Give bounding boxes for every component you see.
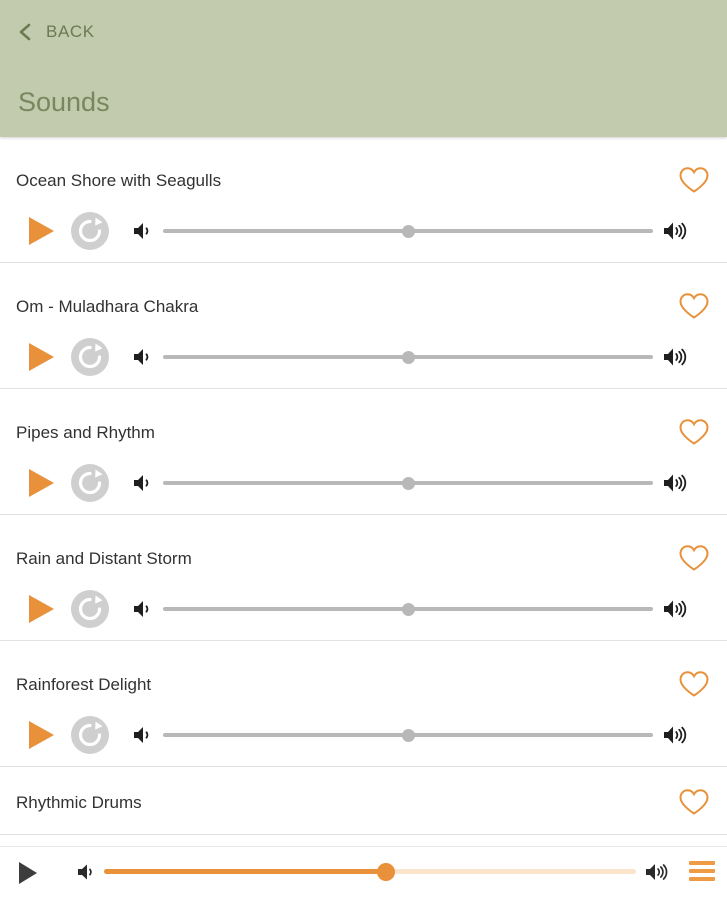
- loop-button[interactable]: [70, 211, 110, 251]
- menu-bar: [689, 869, 715, 873]
- sound-title: Om - Muladhara Chakra: [16, 297, 199, 316]
- favorite-button[interactable]: [677, 291, 711, 321]
- volume-high-icon: [662, 723, 690, 747]
- slider-thumb[interactable]: [402, 603, 415, 616]
- slider-thumb[interactable]: [402, 477, 415, 490]
- play-button[interactable]: [20, 715, 60, 755]
- chevron-left-icon: [16, 22, 34, 42]
- loop-button[interactable]: [70, 463, 110, 503]
- volume-high-icon: [662, 597, 690, 621]
- sound-controls: [0, 587, 727, 631]
- sound-title: Rain and Distant Storm: [16, 549, 192, 568]
- sounds-screen: BACK Sounds Ocean Shore with Seagulls Om …: [0, 0, 727, 897]
- volume-high-icon: [662, 471, 690, 495]
- play-button[interactable]: [20, 211, 60, 251]
- favorite-button[interactable]: [677, 417, 711, 447]
- sound-controls: [0, 461, 727, 505]
- hamburger-menu-icon[interactable]: [687, 861, 717, 883]
- sound-row[interactable]: Rain and Distant Storm: [0, 515, 727, 641]
- sound-title: Pipes and Rhythm: [16, 423, 155, 442]
- sound-title: Ocean Shore with Seagulls: [16, 171, 222, 190]
- sound-controls: [0, 713, 727, 757]
- loop-button[interactable]: [70, 715, 110, 755]
- menu-bar: [689, 877, 715, 881]
- app-header: BACK Sounds: [0, 0, 727, 137]
- sound-volume-slider[interactable]: [163, 223, 653, 239]
- favorite-button[interactable]: [677, 787, 711, 817]
- sound-controls: [0, 209, 727, 253]
- slider-thumb[interactable]: [376, 863, 395, 881]
- loop-button[interactable]: [70, 337, 110, 377]
- sound-title: Rainforest Delight: [16, 675, 152, 694]
- player-bar: [0, 846, 727, 897]
- sound-volume-slider[interactable]: [163, 349, 653, 365]
- sound-controls: [0, 335, 727, 379]
- volume-high-icon: [662, 345, 690, 369]
- volume-low-icon: [132, 346, 156, 368]
- volume-low-icon: [76, 862, 98, 882]
- back-button[interactable]: BACK: [16, 18, 95, 46]
- volume-low-icon: [132, 220, 156, 242]
- play-button[interactable]: [20, 337, 60, 377]
- page-title: Sounds: [18, 87, 110, 117]
- sound-row[interactable]: Rhythmic Drums: [0, 767, 727, 835]
- sound-volume-slider[interactable]: [163, 475, 653, 491]
- sound-row[interactable]: Rainforest Delight: [0, 641, 727, 767]
- play-button[interactable]: [20, 463, 60, 503]
- sounds-list[interactable]: Ocean Shore with Seagulls Om - Muladhara …: [0, 137, 727, 847]
- loop-button[interactable]: [70, 589, 110, 629]
- menu-bar: [689, 861, 715, 865]
- favorite-button[interactable]: [677, 669, 711, 699]
- back-button-label: BACK: [46, 22, 95, 41]
- slider-thumb[interactable]: [402, 225, 415, 238]
- sound-row[interactable]: Om - Muladhara Chakra: [0, 263, 727, 389]
- sound-row[interactable]: Ocean Shore with Seagulls: [0, 137, 727, 263]
- sound-volume-slider[interactable]: [163, 727, 653, 743]
- master-volume-slider[interactable]: [104, 863, 636, 881]
- sound-title: Rhythmic Drums: [16, 793, 142, 812]
- player-play-button[interactable]: [12, 858, 42, 888]
- volume-low-icon: [132, 472, 156, 494]
- volume-low-icon: [132, 598, 156, 620]
- volume-high-icon: [662, 219, 690, 243]
- sound-row[interactable]: Pipes and Rhythm: [0, 389, 727, 515]
- favorite-button[interactable]: [677, 165, 711, 195]
- favorite-button[interactable]: [677, 543, 711, 573]
- volume-low-icon: [132, 724, 156, 746]
- slider-thumb[interactable]: [402, 351, 415, 364]
- slider-thumb[interactable]: [402, 729, 415, 742]
- slider-fill: [104, 869, 386, 874]
- sound-volume-slider[interactable]: [163, 601, 653, 617]
- volume-high-icon: [644, 861, 670, 883]
- play-button[interactable]: [20, 589, 60, 629]
